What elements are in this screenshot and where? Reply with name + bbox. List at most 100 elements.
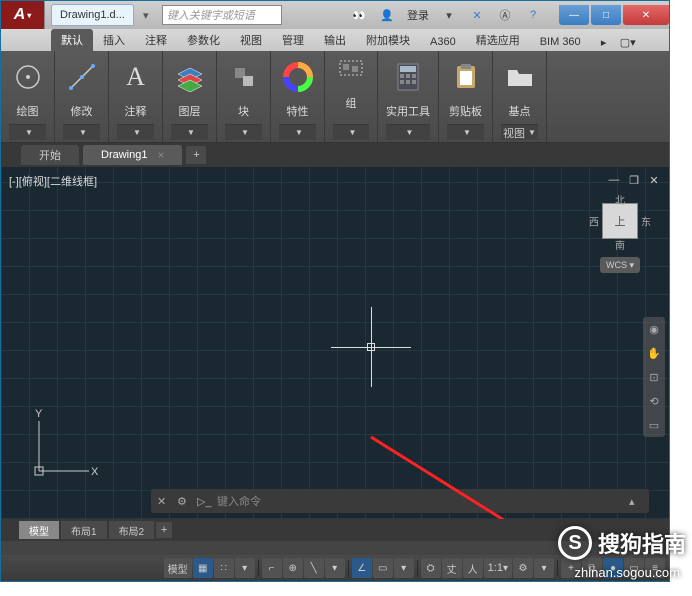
status-ortho-icon[interactable]: ⌐ [262, 558, 282, 578]
drawing-tab[interactable]: Drawing1× [83, 145, 182, 165]
block-icon [226, 59, 262, 95]
ribbon-tab-output[interactable]: 输出 [314, 29, 356, 51]
ribbon-tab-annotate[interactable]: 注释 [135, 29, 177, 51]
minimize-button[interactable]: — [559, 5, 589, 25]
status-dropdown3-icon[interactable]: ▾ [394, 558, 414, 578]
close-button[interactable]: ✕ [623, 5, 669, 25]
ribbon-tab-view[interactable]: 视图 [230, 29, 272, 51]
watermark-url: zhinan.sogou.com [574, 565, 680, 580]
wheel-icon[interactable]: ◉ [646, 321, 662, 337]
status-dropdown2-icon[interactable]: ▾ [325, 558, 345, 578]
qat-dropdown-icon[interactable]: ▾ [138, 7, 154, 23]
vp-restore-icon[interactable]: ❐ [627, 173, 641, 187]
layout-tab-2[interactable]: 布局2 [109, 521, 155, 539]
panel-layers[interactable]: 图层 ▼ [163, 51, 217, 142]
status-3dosnap-icon[interactable]: ▭ [373, 558, 393, 578]
document-title[interactable]: Drawing1.d... [51, 4, 134, 26]
orbit-icon[interactable]: ⟲ [646, 393, 662, 409]
panel-block[interactable]: 块 ▼ [217, 51, 271, 142]
calculator-icon [390, 59, 426, 95]
view-footer[interactable]: 视图▼ [501, 124, 538, 140]
watermark-brand: 搜狗指南 [598, 527, 686, 559]
wcs-badge[interactable]: WCS ▾ [600, 257, 640, 273]
ribbon-tab-featured[interactable]: 精选应用 [466, 29, 530, 51]
cmd-recent-icon[interactable]: ▴ [629, 495, 643, 508]
ribbon-tab-strip: 默认 插入 注释 参数化 视图 管理 输出 附加模块 A360 精选应用 BIM… [1, 29, 669, 51]
status-dropdown4-icon[interactable]: ▾ [534, 558, 554, 578]
cmd-options-icon[interactable]: ⚙ [177, 495, 191, 508]
status-model[interactable]: 模型 [164, 558, 192, 578]
panel-expand-icon[interactable]: ▢▾ [617, 33, 639, 51]
ribbon-tab-bim360[interactable]: BIM 360 [530, 33, 591, 51]
app-menu-button[interactable]: A [1, 1, 45, 29]
status-dropdown-icon[interactable]: ▾ [235, 558, 255, 578]
circle-icon [10, 59, 46, 95]
grid [1, 167, 669, 519]
ribbon-tab-manage[interactable]: 管理 [272, 29, 314, 51]
cmd-prompt-icon: ▷_ [197, 495, 211, 508]
dropdown-icon[interactable]: ▾ [436, 4, 462, 26]
panel-group[interactable]: 组 ▼ [325, 51, 378, 142]
help-icon[interactable]: ? [520, 4, 546, 26]
modify-icon [64, 59, 100, 95]
title-bar: A Drawing1.d... ▾ 键入关键字或短语 👀 👤 登录 ▾ ✕ Ⓐ … [1, 1, 669, 29]
status-snap-icon[interactable]: ∷ [214, 558, 234, 578]
panel-draw[interactable]: 绘图 ▼ [1, 51, 55, 142]
ribbon-tab-addins[interactable]: 附加模块 [356, 29, 420, 51]
document-tab-strip: 开始 Drawing1× + [1, 143, 669, 167]
new-tab-button[interactable]: + [186, 146, 206, 164]
vp-minimize-icon[interactable]: — [607, 173, 621, 187]
zoom-extents-icon[interactable]: ⊡ [646, 369, 662, 385]
panel-clipboard[interactable]: 剪贴板 ▼ [439, 51, 493, 142]
panel-modify[interactable]: 修改 ▼ [55, 51, 109, 142]
status-selcycle-icon[interactable]: 丈 [442, 558, 462, 578]
panel-utilities[interactable]: 实用工具 ▼ [378, 51, 439, 142]
navigation-bar: ◉ ✋ ⊡ ⟲ ▭ [643, 317, 665, 437]
vp-close-icon[interactable]: ✕ [647, 173, 661, 187]
status-annomon-icon[interactable]: 人 [463, 558, 483, 578]
exchange-icon[interactable]: ✕ [464, 4, 490, 26]
showmotion-icon[interactable]: ▭ [646, 417, 662, 433]
clipboard-icon [448, 59, 484, 95]
ribbon-tab-default[interactable]: 默认 [51, 29, 93, 51]
search-input[interactable]: 键入关键字或短语 [162, 5, 282, 25]
maximize-button[interactable]: □ [591, 5, 621, 25]
cmd-close-icon[interactable]: ✕ [157, 495, 171, 508]
layout-tab-1[interactable]: 布局1 [61, 521, 107, 539]
binoculars-icon[interactable]: 👀 [346, 4, 372, 26]
watermark-logo-icon: S [558, 526, 592, 560]
drawing-viewport[interactable]: [-][俯视][二维线框] — ❐ ✕ 北 南 东 西 上 WCS ▾ ◉ ✋ … [1, 167, 669, 519]
folder-icon [502, 59, 538, 95]
color-wheel-icon [280, 59, 316, 95]
ribbon-tab-insert[interactable]: 插入 [93, 29, 135, 51]
ribbon-tab-a360[interactable]: A360 [420, 33, 466, 51]
application-window: A Drawing1.d... ▾ 键入关键字或短语 👀 👤 登录 ▾ ✕ Ⓐ … [0, 0, 670, 582]
status-scale[interactable]: 1:1▾ [484, 558, 512, 578]
layout-tab-model[interactable]: 模型 [19, 521, 59, 539]
panel-annotate[interactable]: A 注释 ▼ [109, 51, 163, 142]
command-input[interactable]: 键入命令 [217, 493, 623, 509]
layers-icon [172, 59, 208, 95]
status-iso-icon[interactable]: ╲ [304, 558, 324, 578]
ribbon-tab-parametric[interactable]: 参数化 [177, 29, 230, 51]
viewport-label[interactable]: [-][俯视][二维线框] [9, 173, 97, 189]
status-dynucs-icon[interactable]: ⛭ [421, 558, 441, 578]
watermark: S 搜狗指南 [558, 526, 686, 560]
status-grid-icon[interactable]: ▦ [193, 558, 213, 578]
status-osnap-icon[interactable]: ∠ [352, 558, 372, 578]
text-icon: A [118, 59, 154, 95]
layout-add-button[interactable]: + [156, 522, 172, 538]
user-icon[interactable]: 👤 [374, 4, 400, 26]
panel-base[interactable]: 基点 视图▼ [493, 51, 547, 142]
status-gear-icon[interactable]: ⚙ [513, 558, 533, 578]
pan-icon[interactable]: ✋ [646, 345, 662, 361]
sign-in-link[interactable]: 登录 [407, 7, 429, 23]
play-icon[interactable]: ▸ [593, 33, 615, 51]
view-cube[interactable]: 北 南 东 西 上 WCS ▾ [587, 191, 653, 271]
start-tab[interactable]: 开始 [21, 145, 79, 165]
a-icon[interactable]: Ⓐ [492, 4, 518, 26]
tab-close-icon[interactable]: × [157, 148, 164, 162]
command-line[interactable]: ✕ ⚙ ▷_ 键入命令 ▴ [151, 489, 649, 513]
panel-properties[interactable]: 特性 ▼ [271, 51, 325, 142]
status-polar-icon[interactable]: ⊕ [283, 558, 303, 578]
